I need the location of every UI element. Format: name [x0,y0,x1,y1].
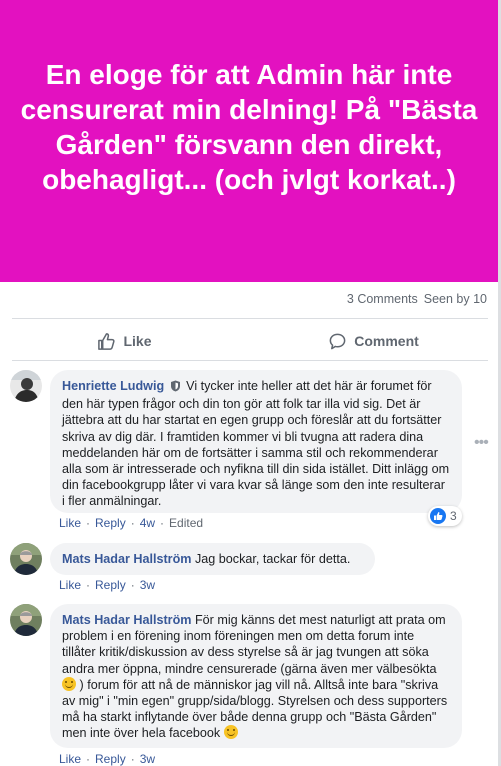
like-button[interactable]: Like [0,325,249,357]
like-label: Like [123,333,152,349]
reaction-badge[interactable]: 3 [428,506,462,526]
comment-timestamp[interactable]: 4w [140,516,155,530]
smiley-emoji-icon [223,725,238,740]
comment-item: Mats Hadar Hallström För mig känns det m… [10,604,487,766]
post-stats: 3 Comments Seen by 10 [347,292,487,306]
comment-reply-link[interactable]: Reply [95,752,126,766]
like-reaction-icon [430,508,446,524]
comment-meta: Like · Reply · 3w [59,752,156,766]
comment-author[interactable]: Mats Hadar Hallström [62,613,191,627]
post-actions: Like Comment [0,325,498,357]
avatar[interactable] [10,604,42,636]
comment-text-continued: ) forum för att nå de människor jag vill… [62,677,448,741]
comment-reply-link[interactable]: Reply [95,516,126,530]
seen-by-count[interactable]: Seen by 10 [424,292,487,306]
comment-text: Jag bockar, tackar för detta. [194,552,351,566]
admin-shield-icon [170,380,181,396]
comment-timestamp[interactable]: 3w [140,578,155,592]
comment-reply-link[interactable]: Reply [95,578,126,592]
comment-author[interactable]: Mats Hadar Hallström [62,552,191,566]
thumbs-up-icon [98,332,116,350]
divider [12,318,488,319]
comment-bubble-icon [329,333,346,349]
comment-like-link[interactable]: Like [59,516,81,530]
post-banner: En eloge för att Admin här inte censurer… [0,0,498,282]
comment-meta: Like · Reply · 4w · Edited [59,516,204,530]
comment-meta: Like · Reply · 3w [59,578,156,592]
avatar[interactable] [10,370,42,402]
avatar[interactable] [10,543,42,575]
comment-text: Vi tycker inte heller att det här är for… [62,379,450,509]
smiley-emoji-icon [62,676,76,691]
comment-button[interactable]: Comment [249,325,498,357]
comment-like-link[interactable]: Like [59,752,81,766]
comments-count-link[interactable]: 3 Comments [347,292,418,306]
comment-label: Comment [354,333,419,349]
comment-bubble: Mats Hadar Hallström För mig känns det m… [50,604,462,748]
comment-bubble: Mats Hadar Hallström Jag bockar, tackar … [50,543,375,575]
edited-label[interactable]: Edited [169,516,203,530]
more-options-icon[interactable]: ••• [474,434,489,452]
comment-author[interactable]: Henriette Ludwig [62,379,164,393]
reaction-count: 3 [450,509,457,523]
divider [12,360,488,361]
comment-timestamp[interactable]: 3w [140,752,155,766]
comment-item: Mats Hadar Hallström Jag bockar, tackar … [10,543,487,593]
comment-item: Henriette Ludwig Vi tycker inte heller a… [10,370,489,530]
post-text: En eloge för att Admin här inte censurer… [20,59,478,195]
comment-like-link[interactable]: Like [59,578,81,592]
comment-bubble: Henriette Ludwig Vi tycker inte heller a… [50,370,462,513]
